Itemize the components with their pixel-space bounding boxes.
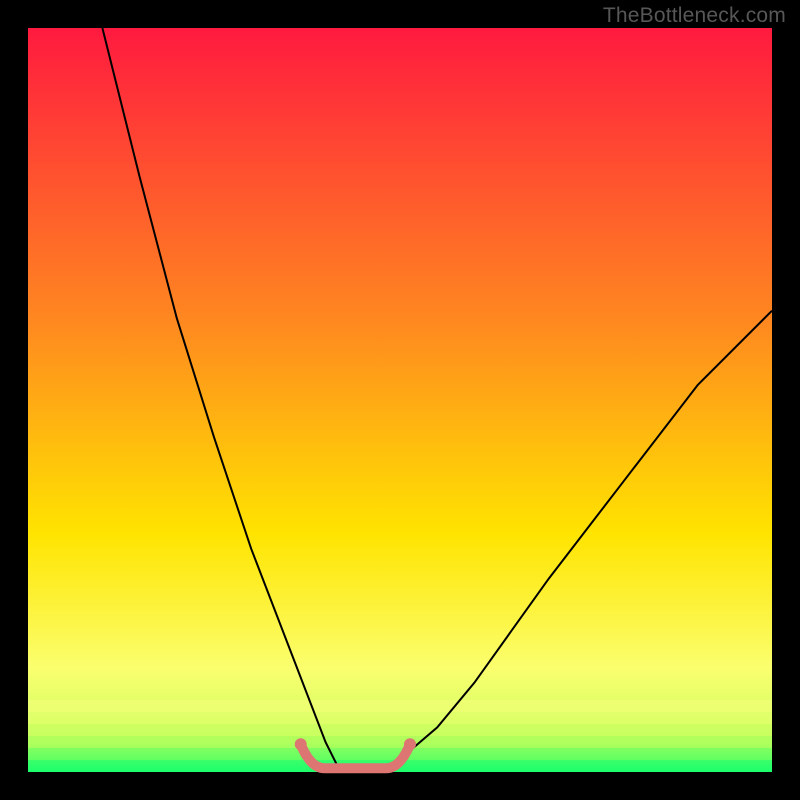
gradient-background <box>28 28 772 772</box>
bottleneck-chart <box>0 0 800 800</box>
basin-dot-right <box>404 738 416 750</box>
chart-frame: { "watermark": "TheBottleneck.com", "col… <box>0 0 800 800</box>
basin-dot-left <box>295 738 307 750</box>
watermark-text: TheBottleneck.com <box>603 4 786 28</box>
